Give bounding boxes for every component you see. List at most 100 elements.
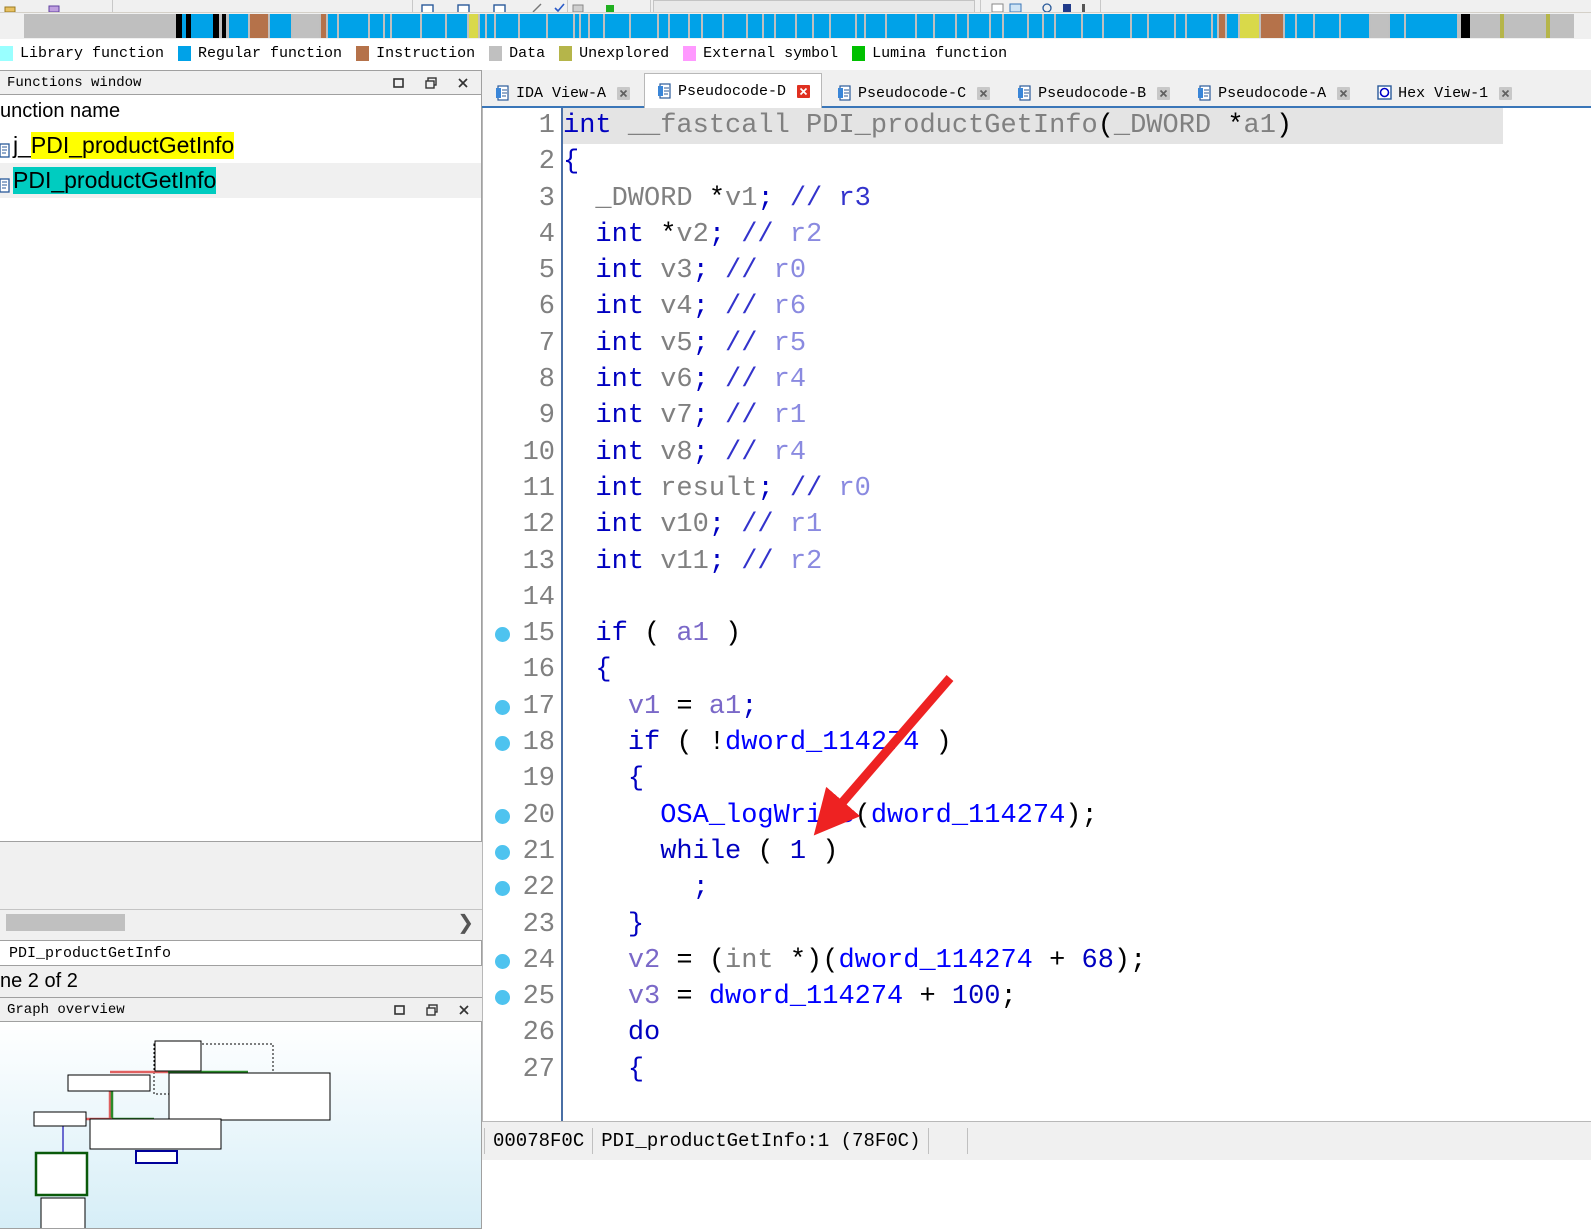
navigation-band-track[interactable] [24, 14, 1574, 38]
code-line-text[interactable]: int v5; // r5 [563, 326, 806, 362]
code-line[interactable]: 2{ [483, 144, 1591, 180]
code-line-text[interactable]: int __fastcall PDI_productGetInfo(_DWORD… [563, 108, 1292, 144]
tab-close-icon[interactable] [796, 84, 811, 99]
purple-box-icon[interactable] [48, 0, 61, 12]
code-line-text[interactable]: int v8; // r4 [563, 435, 806, 471]
code-line[interactable]: 1 int __fastcall PDI_productGetInfo(_DWOR… [483, 108, 1591, 145]
code-line[interactable]: 15 if ( a1 ) [483, 616, 1591, 652]
list-item[interactable]: PDI_productGetInfo [0, 163, 481, 198]
toolbar-group-7[interactable] [1100, 0, 1591, 12]
dock-button[interactable] [425, 1003, 439, 1017]
tab-pseudocode-c[interactable]: Pseudocode-C [824, 77, 1003, 108]
code-line[interactable]: 5 int v3; // r0 [483, 253, 1591, 289]
code-line-text[interactable]: ; [563, 870, 709, 906]
code-line[interactable]: 19 { [483, 761, 1591, 797]
scroll-right-icon[interactable]: ❯ [457, 912, 474, 932]
code-line-text[interactable]: int v10; // r1 [563, 507, 822, 543]
view-tabbar[interactable]: IDA View-A Pseudocode-D Pseudocode-C Pseudo… [482, 70, 1591, 108]
tab-pseudocode-d[interactable]: Pseudocode-D [644, 73, 823, 108]
list-item[interactable]: j_ PDI_productGetInfo [0, 128, 481, 163]
nav-jump-icon[interactable] [493, 0, 506, 12]
text-mode-icon[interactable] [1079, 0, 1092, 12]
main-toolbar[interactable] [0, 0, 1591, 13]
window-tile-icon[interactable] [991, 0, 1004, 12]
toolbar-group-5[interactable] [650, 0, 981, 12]
code-line[interactable]: 25 v3 = dword_114274 + 100; [483, 979, 1591, 1015]
code-line-text[interactable]: v2 = (int *)(dword_114274 + 68); [563, 943, 1147, 979]
code-line-text[interactable]: { [563, 1052, 644, 1088]
code-line-text[interactable]: while ( 1 ) [563, 834, 838, 870]
dock-button[interactable] [424, 76, 438, 90]
nav-forward-icon[interactable] [457, 0, 470, 12]
pseudocode-lines[interactable]: 1 int __fastcall PDI_productGetInfo(_DWOR… [483, 108, 1591, 1088]
tab-ida-view-a[interactable]: IDA View-A [482, 77, 643, 108]
functions-horizontal-scrollbar[interactable]: ❯ [0, 909, 482, 936]
breakpoint-icon[interactable] [572, 0, 585, 12]
search-field[interactable] [653, 0, 975, 12]
code-line[interactable]: 3 _DWORD *v1; // r3 [483, 181, 1591, 217]
code-line-text[interactable]: int v4; // r6 [563, 289, 806, 325]
code-line[interactable]: 17 v1 = a1; [483, 689, 1591, 725]
code-line-text[interactable]: if ( a1 ) [563, 616, 741, 652]
code-line[interactable]: 21 while ( 1 ) [483, 834, 1591, 870]
toolbar-group-4[interactable] [567, 0, 651, 12]
code-line[interactable]: 14 [483, 580, 1591, 616]
code-line[interactable]: 9 int v7; // r1 [483, 398, 1591, 434]
code-line[interactable]: 23 } [483, 907, 1591, 943]
tab-close-icon[interactable] [616, 86, 631, 101]
graph-icon[interactable] [1041, 0, 1054, 12]
hex-mode-icon[interactable] [1061, 0, 1074, 12]
tab-pseudocode-a[interactable]: Pseudocode-A [1184, 77, 1363, 108]
code-line-text[interactable]: int v11; // r2 [563, 544, 822, 580]
tab-close-icon[interactable] [976, 86, 991, 101]
code-line[interactable]: 10 int v8; // r4 [483, 435, 1591, 471]
pseudocode-view[interactable]: 1 int __fastcall PDI_productGetInfo(_DWOR… [482, 108, 1591, 1121]
navigation-band[interactable] [0, 13, 1591, 39]
graph-overview-titlebar[interactable]: Graph overview [0, 997, 483, 1023]
functions-window-titlebar[interactable]: Functions window [0, 70, 482, 96]
nav-back-icon[interactable] [421, 0, 434, 12]
code-line[interactable]: 7 int v5; // r5 [483, 326, 1591, 362]
functions-column-header[interactable]: unction name [0, 95, 481, 128]
code-line-text[interactable]: { [563, 652, 611, 688]
code-line[interactable]: 4 int *v2; // r2 [483, 217, 1591, 253]
restore-button[interactable] [393, 1003, 407, 1017]
toolbar-group-3[interactable] [412, 0, 568, 12]
code-line-text[interactable]: _DWORD *v1; // r3 [563, 181, 870, 217]
code-line[interactable]: 16 { [483, 652, 1591, 688]
close-button[interactable] [457, 1003, 471, 1017]
graph-overview-canvas[interactable] [0, 1021, 482, 1229]
restore-button[interactable] [392, 76, 406, 90]
tab-close-icon[interactable] [1336, 86, 1351, 101]
close-button[interactable] [456, 76, 470, 90]
code-line-text[interactable]: int v3; // r0 [563, 253, 806, 289]
code-line[interactable]: 22 ; [483, 870, 1591, 906]
toolbar-group-1[interactable] [0, 0, 112, 12]
code-line[interactable]: 6 int v4; // r6 [483, 289, 1591, 325]
functions-list[interactable]: unction name j_ PDI_productGetInfo PDI_pr… [0, 94, 482, 842]
play-green-icon[interactable] [604, 0, 617, 12]
scrollbar-thumb[interactable] [6, 914, 125, 931]
code-line[interactable]: 20 OSA_logWrite(dword_114274); [483, 798, 1591, 834]
code-line[interactable]: 12 int v10; // r1 [483, 507, 1591, 543]
code-line[interactable]: 27 { [483, 1052, 1591, 1088]
code-line-text[interactable]: int result; // r0 [563, 471, 870, 507]
code-line-text[interactable]: int v7; // r1 [563, 398, 806, 434]
code-line-text[interactable]: int v6; // r4 [563, 362, 806, 398]
code-line-text[interactable]: { [563, 761, 644, 797]
code-line-text[interactable]: if ( !dword_114274 ) [563, 725, 952, 761]
code-line-text[interactable]: do [563, 1015, 660, 1051]
open-file-icon[interactable] [4, 0, 17, 12]
code-line[interactable]: 26 do [483, 1015, 1591, 1051]
tab-hex-view-1[interactable]: Hex View-1 [1364, 77, 1525, 108]
checkmark-icon[interactable] [553, 0, 566, 12]
pencil-icon[interactable] [531, 0, 544, 12]
tab-pseudocode-b[interactable]: Pseudocode-B [1004, 77, 1183, 108]
code-line[interactable]: 8 int v6; // r4 [483, 362, 1591, 398]
toolbar-group-2[interactable] [112, 0, 413, 12]
tab-close-icon[interactable] [1498, 86, 1513, 101]
code-line-text[interactable]: } [563, 907, 644, 943]
code-line-text[interactable]: OSA_logWrite(dword_114274); [563, 798, 1097, 834]
code-line-text[interactable]: { [563, 144, 579, 180]
code-line-text[interactable]: v1 = a1; [563, 689, 758, 725]
